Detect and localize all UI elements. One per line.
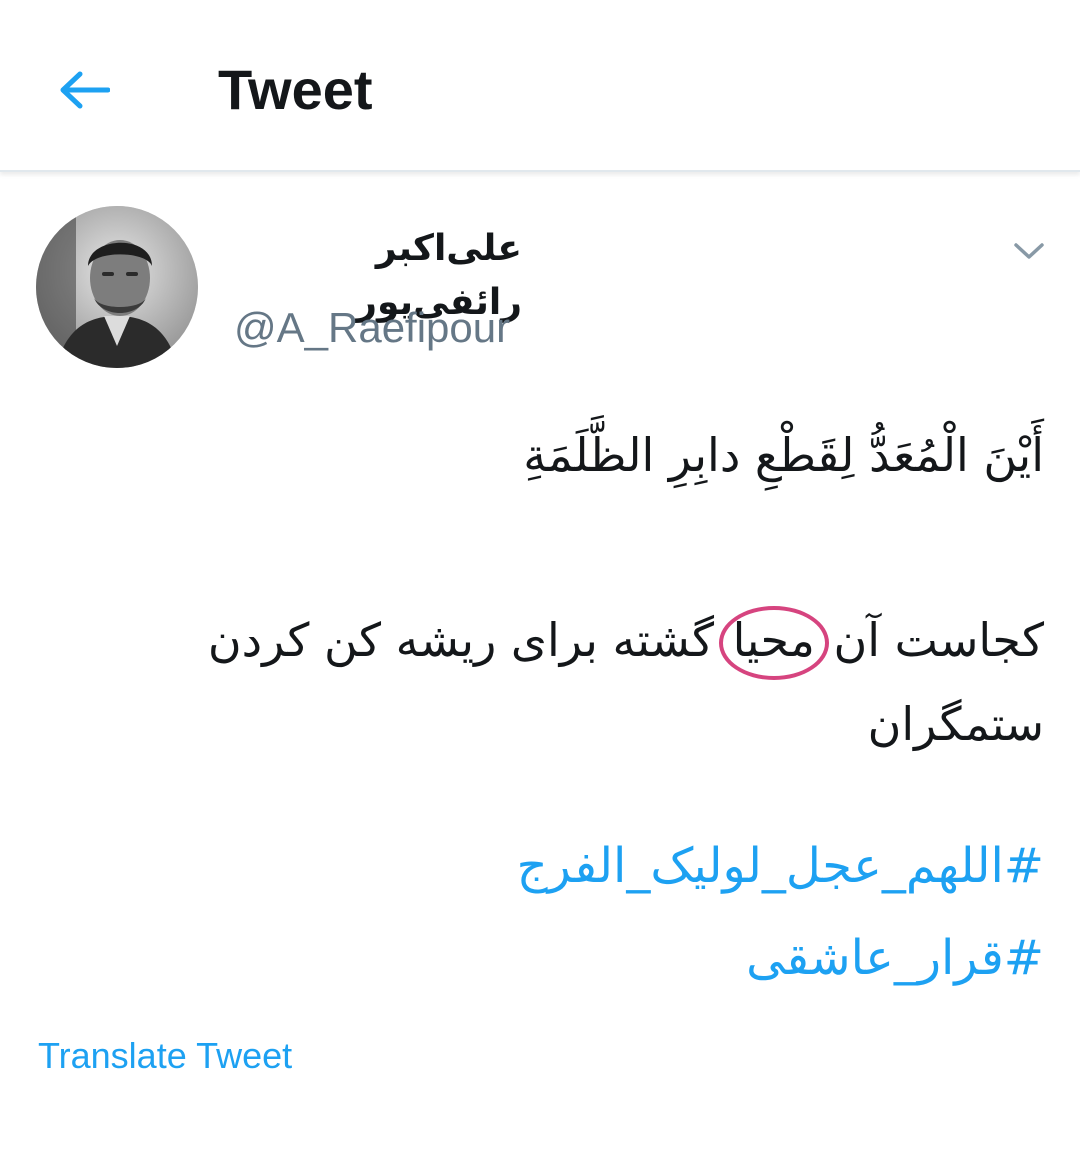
hashtag-link[interactable]: #اللهم_عجل_لولیک_الفرج <box>36 820 1044 912</box>
page-title: Tweet <box>218 58 373 121</box>
arrow-left-icon <box>60 71 110 109</box>
avatar[interactable] <box>36 206 198 368</box>
author-handle[interactable]: @A_Raefipour <box>234 300 510 356</box>
back-button[interactable] <box>48 54 120 126</box>
profile-photo <box>36 206 198 368</box>
tweet-text: أَيْنَ الْمُعَدُّ لِقَطْعِ دابِرِ الظَّل… <box>36 410 1044 766</box>
tweet-menu-button[interactable] <box>1000 222 1058 280</box>
hashtag-list: #اللهم_عجل_لولیک_الفرج #قرار_عاشقی <box>36 820 1044 1004</box>
chevron-down-icon <box>1014 243 1044 259</box>
top-app-bar: Tweet <box>0 0 1080 172</box>
tweet-text-arabic: أَيْنَ الْمُعَدُّ لِقَطْعِ دابِرِ الظَّل… <box>523 428 1044 482</box>
hashtag-link[interactable]: #قرار_عاشقی <box>36 912 1044 1004</box>
tweet-text-persian: کجاست آن محیا گشته برای ریشه کن کردن ستم… <box>36 598 1044 766</box>
highlighted-word: محیا <box>718 598 829 682</box>
translate-tweet-link[interactable]: Translate Tweet <box>38 1032 292 1080</box>
tweet-text-part: کجاست آن <box>818 613 1044 667</box>
highlighted-word-text: محیا <box>732 613 815 667</box>
